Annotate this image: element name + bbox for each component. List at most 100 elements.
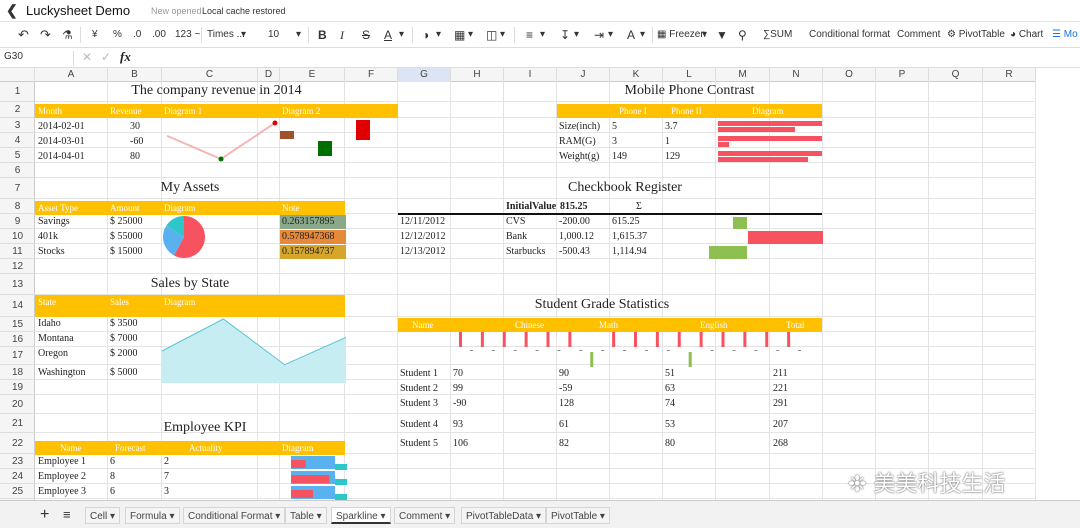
- checkbook-date-cell[interactable]: 12/12/2012: [400, 230, 446, 244]
- border-icon[interactable]: ▦: [454, 27, 465, 43]
- checkbook-amount-cell[interactable]: -500.43: [559, 245, 590, 259]
- vertical-align-icon[interactable]: ↧: [560, 27, 570, 43]
- merge-chevron-icon[interactable]: ▾: [500, 27, 505, 43]
- column-header[interactable]: L: [663, 68, 716, 82]
- grade-name-cell[interactable]: Student 3: [400, 397, 438, 411]
- back-arrow-icon[interactable]: ❮: [6, 2, 18, 19]
- kpi-forecast-cell[interactable]: 6: [110, 455, 115, 469]
- kpi-name-cell[interactable]: Employee 2: [38, 470, 86, 484]
- grade-score-cell[interactable]: -90: [453, 397, 466, 411]
- checkbook-amount-cell[interactable]: 1,000.12: [559, 230, 594, 244]
- kpi-name-cell[interactable]: Employee 3: [38, 485, 86, 499]
- font-family-chevron-icon[interactable]: ▾: [241, 27, 246, 43]
- row-header[interactable]: 25: [0, 484, 35, 499]
- row-header[interactable]: 11: [0, 244, 35, 259]
- column-header[interactable]: O: [823, 68, 876, 82]
- phone-value-cell[interactable]: 3: [612, 135, 617, 149]
- grade-score-cell[interactable]: 211: [773, 367, 788, 381]
- revenue-month-cell[interactable]: 2014-04-01: [38, 150, 85, 164]
- column-header[interactable]: F: [345, 68, 398, 82]
- sales-state-cell[interactable]: Montana: [38, 332, 74, 346]
- asset-note-cell[interactable]: 0.578947368: [280, 230, 346, 244]
- checkbook-payee-cell[interactable]: CVS: [506, 215, 525, 229]
- grade-score-cell[interactable]: 80: [665, 437, 675, 451]
- row-header[interactable]: 5: [0, 148, 35, 163]
- kpi-name-cell[interactable]: Employee 1: [38, 455, 86, 469]
- row-header[interactable]: 20: [0, 395, 35, 414]
- revenue-month-cell[interactable]: 2014-02-01: [38, 120, 85, 134]
- grade-name-cell[interactable]: Student 1: [400, 367, 438, 381]
- number-format-dropdown[interactable]: 123 ~: [175, 27, 200, 43]
- row-header[interactable]: 13: [0, 274, 35, 295]
- grade-score-cell[interactable]: 93: [453, 418, 463, 432]
- grade-score-cell[interactable]: 207: [773, 418, 788, 432]
- bold-icon[interactable]: B: [318, 27, 327, 43]
- column-header[interactable]: H: [451, 68, 504, 82]
- pivot-table-button[interactable]: ⚙ PivotTable: [947, 27, 1005, 43]
- asset-amount-cell[interactable]: $ 55000: [110, 230, 143, 244]
- row-header[interactable]: 9: [0, 214, 35, 229]
- grade-score-cell[interactable]: 51: [665, 367, 675, 381]
- grade-score-cell[interactable]: 63: [665, 382, 675, 396]
- checkbook-initial-value[interactable]: 815.25: [560, 200, 588, 214]
- decrease-decimal-button[interactable]: .0: [133, 27, 141, 43]
- column-header[interactable]: D: [258, 68, 280, 82]
- row-header[interactable]: 16: [0, 332, 35, 347]
- sheet-tab-chevron-icon[interactable]: ▾: [442, 511, 450, 522]
- row-header[interactable]: 12: [0, 259, 35, 274]
- checkbook-initial-label[interactable]: InitialValue: [506, 200, 556, 214]
- checkbook-balance-cell[interactable]: 615.25: [612, 215, 640, 229]
- phone-attr-cell[interactable]: Weight(g): [559, 150, 599, 164]
- add-sheet-icon[interactable]: +: [40, 506, 49, 524]
- row-header[interactable]: 6: [0, 163, 35, 178]
- grade-score-cell[interactable]: 61: [559, 418, 569, 432]
- font-color-icon[interactable]: A: [384, 27, 392, 43]
- chart-button[interactable]: ◕ Chart: [1010, 27, 1043, 43]
- text-rotate-chevron-icon[interactable]: ▾: [640, 27, 645, 43]
- grade-score-cell[interactable]: 221: [773, 382, 788, 396]
- function-icon[interactable]: fx: [120, 49, 131, 65]
- grade-name-cell[interactable]: Student 5: [400, 437, 438, 451]
- asset-type-cell[interactable]: 401k: [38, 230, 58, 244]
- row-header[interactable]: 1: [0, 82, 35, 102]
- kpi-actual-cell[interactable]: 7: [164, 470, 169, 484]
- phone-attr-cell[interactable]: Size(inch): [559, 120, 600, 134]
- format-painter-icon[interactable]: ⚗: [62, 27, 73, 43]
- percent-format-button[interactable]: %: [113, 27, 122, 43]
- row-header[interactable]: 22: [0, 433, 35, 454]
- phone-value-cell[interactable]: 149: [612, 150, 627, 164]
- checkbook-balance-cell[interactable]: 1,615.37: [612, 230, 647, 244]
- row-header[interactable]: 24: [0, 469, 35, 484]
- horizontal-align-icon[interactable]: ≡: [526, 27, 533, 43]
- freeze-chevron-icon[interactable]: ▾: [702, 27, 707, 43]
- sheet-tab-chevron-icon[interactable]: ▾: [378, 511, 385, 522]
- sales-value-cell[interactable]: $ 3500: [110, 317, 138, 331]
- formula-input[interactable]: [140, 50, 1070, 65]
- sales-value-cell[interactable]: $ 2000: [110, 347, 138, 361]
- grade-score-cell[interactable]: 74: [665, 397, 675, 411]
- sheet-list-icon[interactable]: ≡: [63, 507, 71, 522]
- text-rotate-icon[interactable]: A: [627, 27, 635, 43]
- find-icon[interactable]: ⚲: [738, 27, 747, 43]
- row-header[interactable]: 8: [0, 199, 35, 214]
- column-header-selected[interactable]: G: [398, 68, 451, 82]
- italic-icon[interactable]: I: [340, 27, 344, 43]
- asset-type-cell[interactable]: Stocks: [38, 245, 65, 259]
- phone-value-cell[interactable]: 1: [665, 135, 670, 149]
- grade-score-cell[interactable]: 82: [559, 437, 569, 451]
- sheet-tab[interactable]: Cell ▾: [85, 507, 121, 524]
- phone-attr-cell[interactable]: RAM(G): [559, 135, 596, 149]
- kpi-actual-cell[interactable]: 2: [164, 455, 169, 469]
- grade-score-cell[interactable]: 70: [453, 367, 463, 381]
- revenue-value-cell[interactable]: 30: [130, 120, 140, 134]
- font-family-dropdown[interactable]: Times ...: [207, 27, 245, 43]
- revenue-month-cell[interactable]: 2014-03-01: [38, 135, 85, 149]
- row-header[interactable]: 17: [0, 347, 35, 365]
- increase-decimal-button[interactable]: .00: [152, 27, 166, 43]
- grade-score-cell[interactable]: 99: [453, 382, 463, 396]
- column-header[interactable]: J: [557, 68, 610, 82]
- asset-type-cell[interactable]: Savings: [38, 215, 70, 229]
- checkbook-date-cell[interactable]: 12/11/2012: [400, 215, 445, 229]
- revenue-value-cell[interactable]: -60: [130, 135, 143, 149]
- font-size-dropdown[interactable]: 10: [268, 27, 279, 43]
